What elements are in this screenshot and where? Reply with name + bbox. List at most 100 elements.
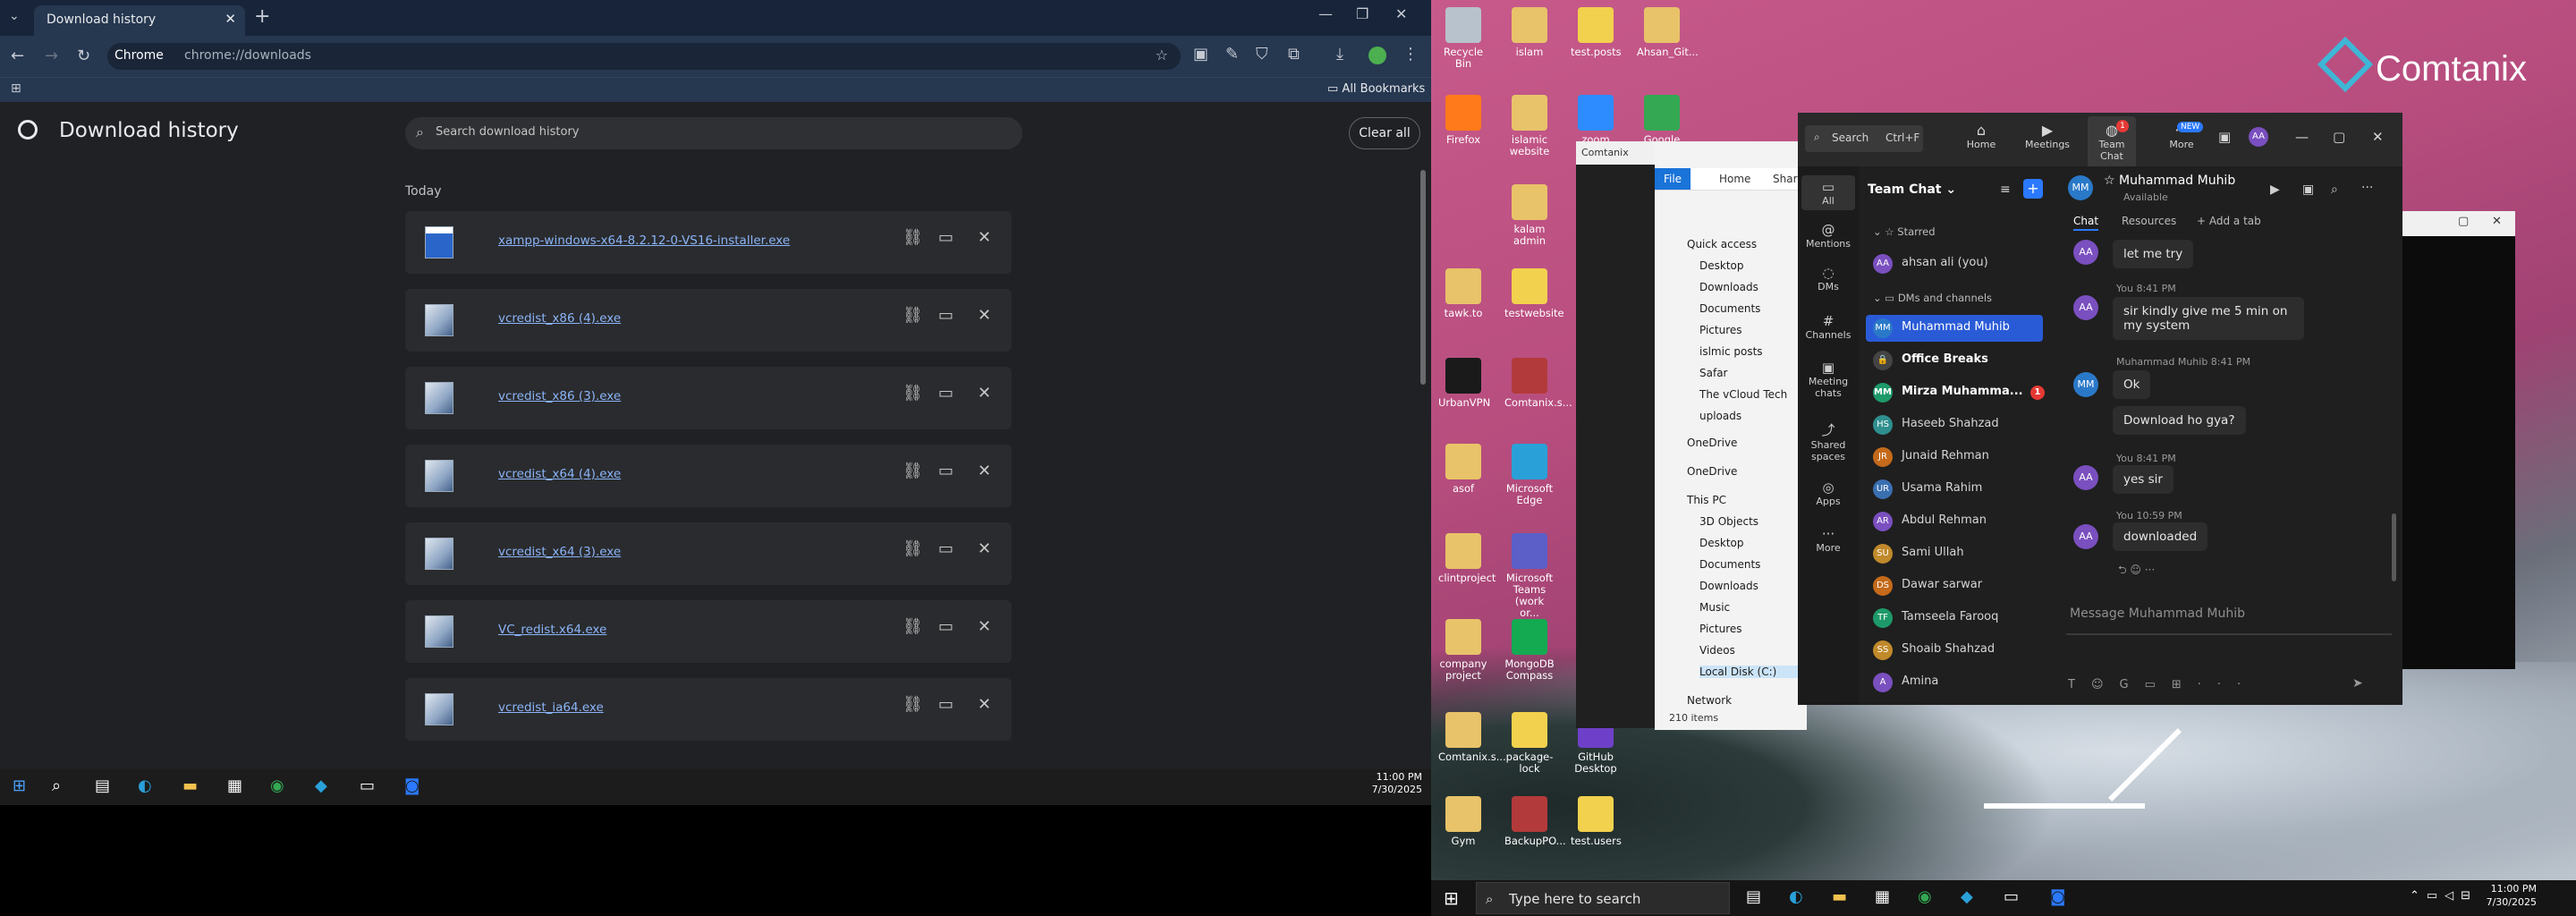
download-filename[interactable]: vcredist_x64 (3).exe xyxy=(498,545,621,559)
chat-tab-chat[interactable]: Chat xyxy=(2073,215,2099,231)
explorer-nav-item[interactable]: Desktop xyxy=(1699,259,1744,272)
explorer-tab-file[interactable]: File xyxy=(1655,168,1690,190)
copy-link-icon[interactable]: ⛓ xyxy=(902,306,923,325)
explorer-nav-item[interactable]: This PC xyxy=(1687,494,1726,506)
rail-apps[interactable]: ◎ Apps xyxy=(1801,479,1855,507)
teams-search-input[interactable]: ⌕ Search Ctrl+F xyxy=(1805,125,1923,152)
zoom-taskbar-icon[interactable]: ◙ xyxy=(404,776,419,795)
message-bubble[interactable]: Download ho gya? xyxy=(2113,406,2246,435)
rail-all[interactable]: ▭ All xyxy=(1801,175,1855,210)
explorer-nav-item[interactable]: islmic posts xyxy=(1699,345,1763,358)
starred-item[interactable]: AA ahsan ali (you) xyxy=(1873,250,2052,277)
chat-list-item[interactable]: AR Abdul Rehman xyxy=(1873,508,2052,535)
menu-dots-icon[interactable]: ⋮ xyxy=(1402,45,1419,64)
message-bubble[interactable]: yes sir xyxy=(2113,465,2174,494)
copy-link-icon[interactable]: ⛓ xyxy=(902,228,923,247)
new-tab-icon[interactable]: + xyxy=(254,5,270,28)
desktop-icon[interactable]: test.users xyxy=(1571,796,1622,847)
explorer-nav-item[interactable]: Downloads xyxy=(1699,281,1758,293)
chat-list-item[interactable]: MM Mirza Muhamma... 1 xyxy=(1873,379,2052,406)
desktop-icon[interactable]: islamic website xyxy=(1504,95,1555,157)
compose-input[interactable]: Message Muhammad Muhib xyxy=(2066,598,2392,635)
copy-link-icon[interactable]: ⛓ xyxy=(902,462,923,480)
edge-icon[interactable]: ◐ xyxy=(1789,887,1803,906)
all-bookmarks-button[interactable]: ▭ All Bookmarks xyxy=(1327,82,1425,96)
explorer-nav-item[interactable]: The vCloud Tech xyxy=(1699,388,1787,401)
download-filename[interactable]: vcredist_x86 (4).exe xyxy=(498,311,621,326)
show-in-folder-icon[interactable]: ▭ xyxy=(938,306,953,325)
remove-icon[interactable]: ✕ xyxy=(978,695,991,714)
show-in-folder-icon[interactable]: ▭ xyxy=(938,384,953,403)
terminal-icon[interactable]: ▭ xyxy=(2004,887,2019,906)
desktop-icon[interactable]: kalam admin xyxy=(1504,184,1555,247)
desktop-icon[interactable]: islam xyxy=(1504,7,1555,58)
chat-list-item[interactable]: TF Tamseela Farooq xyxy=(1873,605,2052,632)
minimize-icon[interactable]: — xyxy=(2295,129,2309,145)
explorer-tab-home[interactable]: Home xyxy=(1719,173,1750,185)
puzzle-icon[interactable]: ⧉ xyxy=(1288,45,1300,64)
copy-link-icon[interactable]: ⛓ xyxy=(902,539,923,558)
copy-link-icon[interactable]: ⛓ xyxy=(902,384,923,403)
desktop-icon[interactable]: Gym xyxy=(1438,796,1488,847)
close-icon[interactable]: ✕ xyxy=(2492,215,2502,228)
explorer-nav-item[interactable]: 3D Objects xyxy=(1699,515,1758,528)
explorer-nav-item[interactable]: Quick access xyxy=(1687,238,1757,250)
remove-icon[interactable]: ✕ xyxy=(978,539,991,558)
desktop-icon[interactable]: company project xyxy=(1438,619,1488,682)
message-bubble[interactable]: sir kindly give me 5 min on my system xyxy=(2113,297,2304,340)
desktop-icon[interactable]: asof xyxy=(1438,444,1488,495)
profile-avatar[interactable] xyxy=(1368,47,1386,64)
file-explorer-icon[interactable]: ▬ xyxy=(182,776,198,795)
rail-more[interactable]: ··· More xyxy=(1801,526,1855,554)
chat-list-item[interactable]: A Amina xyxy=(1873,669,2052,696)
search-chat-icon[interactable]: ⌕ xyxy=(2331,182,2338,197)
reload-icon[interactable]: ↻ xyxy=(77,47,90,65)
desktop-icon[interactable]: clintproject xyxy=(1438,533,1496,584)
edge-icon[interactable]: ◐ xyxy=(138,776,152,795)
chat-list-item[interactable]: MM Muhammad Muhib xyxy=(1866,315,2043,342)
desktop-icon[interactable]: zoom xyxy=(1571,95,1621,146)
task-view-icon[interactable]: ▤ xyxy=(95,776,110,795)
pen-icon[interactable]: ✎ xyxy=(1225,45,1239,64)
chat-list-item[interactable]: DS Dawar sarwar xyxy=(1873,572,2052,599)
vscode-icon[interactable]: ◆ xyxy=(1961,887,1973,906)
chrome-taskbar-icon[interactable]: ◉ xyxy=(270,776,284,795)
chat-list-item[interactable]: UR Usama Rahim xyxy=(1873,476,2052,503)
explorer-nav-item[interactable]: Pictures xyxy=(1699,623,1742,635)
taskbar-search-input[interactable]: ⌕ Type here to search xyxy=(1476,882,1730,914)
desktop-icon[interactable]: Comtanix.s... xyxy=(1504,358,1572,409)
message-bubble[interactable]: Ok xyxy=(2113,370,2151,399)
file-explorer-icon[interactable]: ▬ xyxy=(1832,887,1847,906)
forward-icon[interactable]: → xyxy=(45,47,58,65)
extension-icon[interactable]: ▣ xyxy=(1193,45,1208,64)
desktop-icon[interactable]: Comtanix.s... xyxy=(1438,712,1506,763)
chat-list-item[interactable]: HS Haseeb Shahzad xyxy=(1873,411,2052,438)
teams-avatar[interactable]: AA xyxy=(2249,127,2268,147)
clear-all-button[interactable]: Clear all xyxy=(1349,117,1420,149)
download-filename[interactable]: vcredist_x86 (3).exe xyxy=(498,389,621,403)
desktop-icon[interactable]: tawk.to xyxy=(1438,268,1488,319)
desktop-icon[interactable]: Microsoft Edge xyxy=(1504,444,1555,506)
explorer-nav-item[interactable]: Desktop xyxy=(1699,537,1744,549)
remove-icon[interactable]: ✕ xyxy=(978,384,991,403)
chat-list-item[interactable]: SS Shoaib Shahzad xyxy=(1873,637,2052,664)
store-icon[interactable]: ▦ xyxy=(1875,887,1890,906)
remove-icon[interactable]: ✕ xyxy=(978,462,991,480)
message-bubble[interactable]: downloaded xyxy=(2113,522,2208,551)
explorer-nav-item[interactable]: Documents xyxy=(1699,302,1760,315)
explorer-nav-item[interactable]: uploads xyxy=(1699,410,1741,422)
desktop-icon[interactable]: Ahsan_Git... xyxy=(1637,7,1699,58)
show-in-folder-icon[interactable]: ▭ xyxy=(938,462,953,480)
chat-scrollbar[interactable] xyxy=(2392,513,2396,581)
apps-grid-icon[interactable]: ⊞ xyxy=(11,81,21,96)
desktop-icon[interactable]: Recycle Bin xyxy=(1438,7,1488,70)
close-window-icon[interactable]: ✕ xyxy=(1395,5,1407,22)
download-icon[interactable]: ⤓ xyxy=(1336,45,1343,64)
explorer-nav-item[interactable]: Network xyxy=(1687,694,1732,707)
store-icon[interactable]: ▦ xyxy=(227,776,242,795)
video-call-icon[interactable]: ▶ xyxy=(2270,182,2280,197)
maximize-icon[interactable]: ❐ xyxy=(1356,5,1368,22)
remove-icon[interactable]: ✕ xyxy=(978,228,991,247)
start-icon[interactable]: ⊞ xyxy=(13,776,26,795)
compose-toolbar[interactable]: T☺G▭⊞··· xyxy=(2068,678,2257,691)
